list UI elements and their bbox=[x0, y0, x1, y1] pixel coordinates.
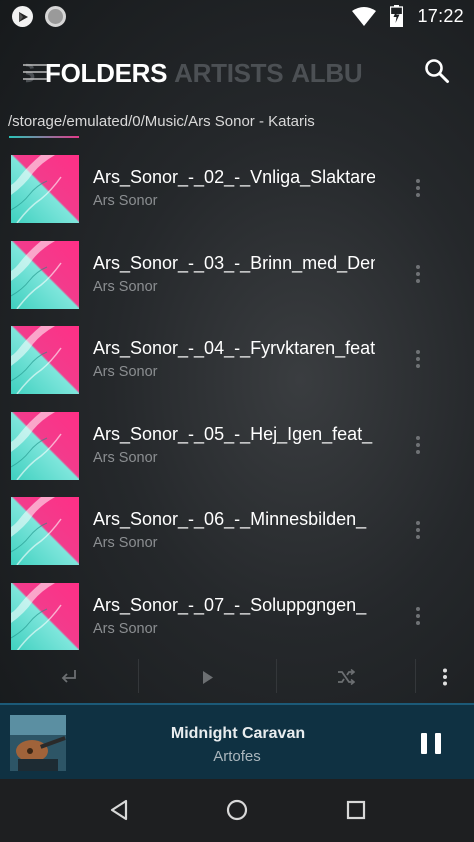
more-vert-icon[interactable] bbox=[408, 262, 428, 286]
track-row[interactable]: Ars_Sonor_-_07_-_Soluppgngen_ Ars Sonor bbox=[0, 576, 474, 650]
tab-folders[interactable]: FOLDERS bbox=[45, 56, 167, 90]
folder-path-breadcrumb[interactable]: /storage/emulated/0/Music/Ars Sonor - Ka… bbox=[8, 113, 315, 130]
track-row[interactable]: Ars_Sonor_-_06_-_Minnesbilden_ Ars Sonor bbox=[0, 490, 474, 576]
system-navigation-bar bbox=[0, 779, 474, 842]
more-vert-icon bbox=[443, 668, 447, 686]
track-title: Ars_Sonor_-_07_-_Soluppgngen_ bbox=[93, 594, 367, 615]
back-triangle-icon[interactable] bbox=[106, 797, 132, 823]
track-artist: Ars Sonor bbox=[93, 620, 158, 637]
status-bar: 17:22 bbox=[0, 0, 474, 33]
play-circle-icon bbox=[12, 6, 33, 27]
home-circle-icon[interactable] bbox=[224, 797, 250, 823]
track-artist: Ars Sonor bbox=[93, 193, 158, 209]
track-row[interactable]: Ars_Sonor_-_05_-_Hej_Igen_feat_ Ars Sono… bbox=[0, 405, 474, 491]
track-title: Ars_Sonor_-_04_-_Fyrvktaren_feat bbox=[93, 338, 375, 358]
now-playing-bar[interactable]: Midnight Caravan Artofes bbox=[0, 703, 474, 779]
more-options-button[interactable] bbox=[416, 652, 474, 702]
now-playing-artist: Artofes bbox=[213, 748, 261, 765]
battery-charging-icon bbox=[390, 5, 404, 27]
shuffle-icon bbox=[338, 669, 355, 685]
album-art bbox=[11, 411, 79, 480]
album-art bbox=[11, 497, 79, 565]
pause-icon[interactable] bbox=[421, 733, 441, 754]
search-icon[interactable] bbox=[424, 58, 450, 84]
more-vert-icon[interactable] bbox=[408, 604, 428, 628]
track-row[interactable]: Ars_Sonor_-_04_-_Fyrvktaren_feat Ars Son… bbox=[0, 319, 474, 405]
more-vert-icon[interactable] bbox=[408, 176, 428, 200]
playback-controls bbox=[0, 652, 474, 702]
more-vert-icon[interactable] bbox=[408, 518, 428, 542]
return-icon bbox=[61, 670, 76, 683]
play-button[interactable] bbox=[139, 652, 276, 702]
track-row[interactable]: Ars_Sonor_-_03_-_Brinn_med_Dem Ars Sonor bbox=[0, 234, 474, 320]
recents-square-icon[interactable] bbox=[343, 797, 369, 823]
now-playing-title: Midnight Caravan bbox=[170, 725, 306, 742]
circle-notification-icon bbox=[45, 6, 66, 27]
tab-albums[interactable]: ALBU bbox=[291, 56, 362, 90]
shuffle-button[interactable] bbox=[277, 652, 415, 702]
tab-artists[interactable]: ARTISTS bbox=[174, 56, 283, 90]
track-row[interactable]: Ars_Sonor_-_02_-_Vnliga_Slaktare Ars Son… bbox=[0, 148, 474, 234]
track-artist: Ars Sonor bbox=[93, 278, 158, 295]
more-vert-icon[interactable] bbox=[408, 433, 428, 457]
app-screen: 17:22 S FOLDERS ARTISTS ALBU /storage/emula… bbox=[0, 0, 474, 842]
track-artist: Ars Sonor bbox=[93, 449, 158, 466]
hamburger-menu-icon[interactable] bbox=[23, 64, 47, 82]
status-time: 17:22 bbox=[417, 5, 464, 26]
album-art bbox=[11, 240, 79, 309]
track-title: Ars_Sonor_-_03_-_Brinn_med_Dem bbox=[93, 252, 375, 273]
track-title: Ars_Sonor_-_06_-_Minnesbilden_ bbox=[93, 509, 367, 529]
album-art bbox=[11, 326, 79, 394]
tab-strip[interactable]: S FOLDERS ARTISTS ALBU bbox=[26, 56, 398, 90]
return-button[interactable] bbox=[0, 652, 138, 702]
track-title: Ars_Sonor_-_05_-_Hej_Igen_feat_ bbox=[93, 423, 373, 444]
album-art bbox=[11, 155, 79, 223]
album-art bbox=[11, 582, 79, 650]
play-icon bbox=[202, 670, 213, 684]
track-artist: Ars Sonor bbox=[93, 535, 158, 551]
track-title: Ars_Sonor_-_02_-_Vnliga_Slaktare bbox=[93, 167, 375, 187]
breadcrumb-underline bbox=[9, 136, 79, 138]
toolbar: S FOLDERS ARTISTS ALBU bbox=[0, 44, 474, 100]
more-vert-icon[interactable] bbox=[408, 347, 428, 371]
wifi-icon bbox=[352, 6, 377, 26]
track-artist: Ars Sonor bbox=[93, 364, 158, 380]
track-list: Ars_Sonor_-_02_-_Vnliga_Slaktare Ars Son… bbox=[0, 148, 474, 650]
